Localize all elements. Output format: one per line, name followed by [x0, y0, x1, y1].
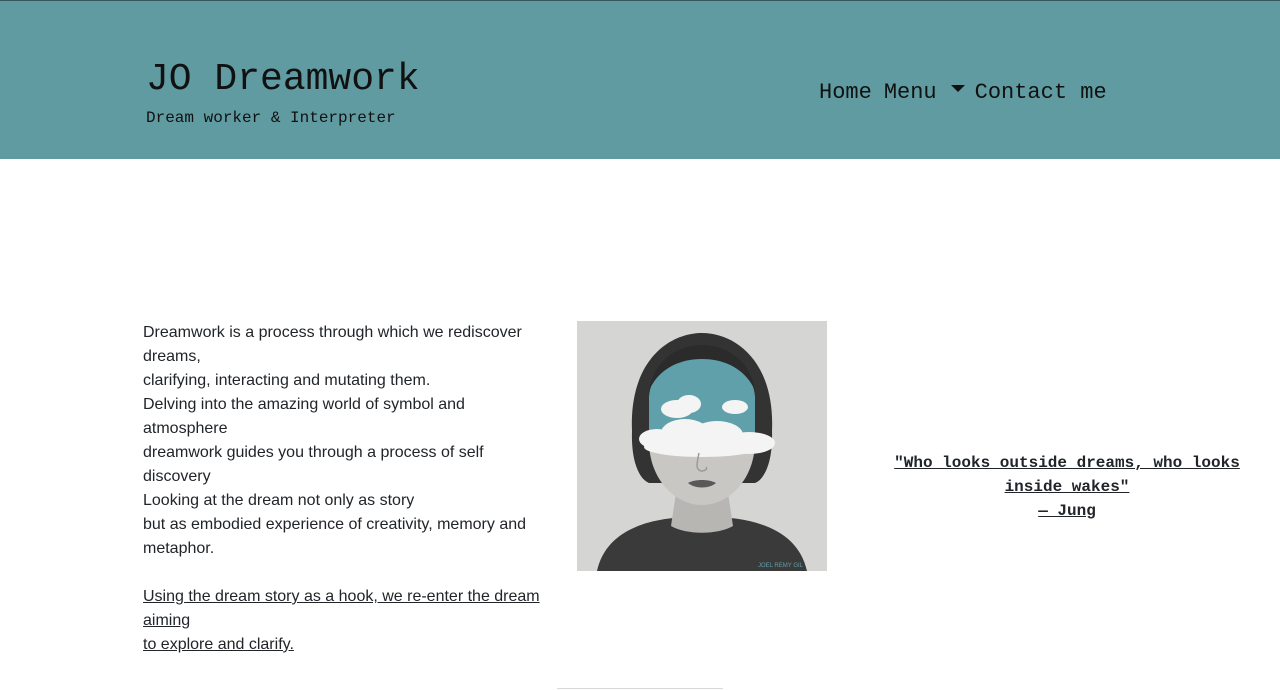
dream-portrait-image: JOEL REMY GIL — [577, 321, 827, 571]
jung-quote[interactable]: "Who looks outside dreams, who looks ins… — [880, 451, 1254, 523]
main-nav: Home Menu Contact me — [819, 78, 1107, 106]
nav-menu-label: Menu — [883, 79, 937, 105]
nav-menu-dropdown[interactable]: Menu — [884, 80, 965, 105]
intro-line: clarifying, interacting and mutating the… — [143, 372, 431, 389]
intro-line: but as embodied experience of creativity… — [143, 516, 527, 557]
intro-link-line: to explore and clarify. — [143, 636, 294, 653]
intro-line: Delving into the amazing world of symbol… — [143, 396, 465, 437]
caret-down-icon — [950, 84, 965, 92]
site-title[interactable]: JO Dreamwork — [146, 57, 420, 103]
site-header: JO Dreamwork Dream worker & Interpreter … — [0, 0, 1280, 159]
intro-text: Dreamwork is a process through which we … — [143, 321, 543, 657]
cloud-face-illustration: JOEL REMY GIL — [577, 321, 827, 571]
intro-link[interactable]: Using the dream story as a hook, we re-e… — [143, 588, 540, 653]
section-divider — [557, 688, 723, 689]
nav-home-link[interactable]: Home — [819, 80, 872, 105]
intro-line: Looking at the dream not only as story — [143, 492, 415, 509]
quote-link[interactable]: "Who looks outside dreams, who looks ins… — [894, 454, 1240, 520]
intro-link-line: Using the dream story as a hook, we re-e… — [143, 588, 540, 629]
nav-contact-link[interactable]: Contact me — [975, 80, 1107, 105]
quote-author: — Jung — [1038, 502, 1096, 520]
intro-line: dreamwork guides you through a process o… — [143, 444, 484, 485]
site-tagline: Dream worker & Interpreter — [146, 109, 396, 127]
quote-text: "Who looks outside dreams, who looks ins… — [894, 454, 1240, 496]
artist-signature: JOEL REMY GIL — [758, 563, 804, 569]
intro-line: Dreamwork is a process through which we … — [143, 324, 522, 365]
